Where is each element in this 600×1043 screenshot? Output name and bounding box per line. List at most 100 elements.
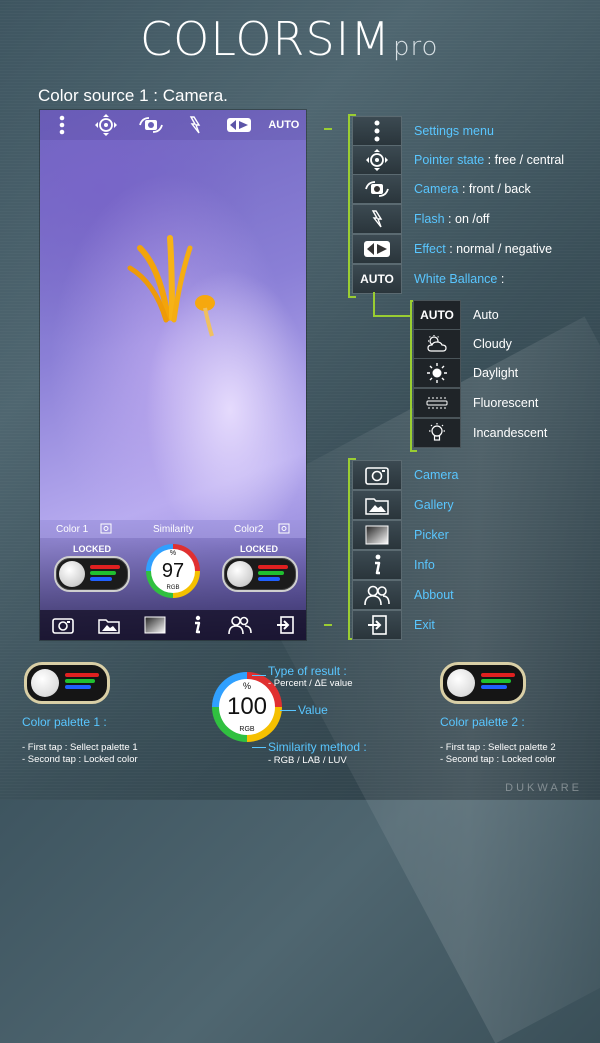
effect-icon [227,118,252,132]
wb-fluorescent-btn[interactable] [413,388,461,418]
camera-switch-btn[interactable] [352,174,402,204]
similarity-method-title: Similarity method : [268,740,367,754]
menu-connector [324,624,332,626]
pointer-state-btn[interactable] [352,145,402,175]
gauge-method: RGB [166,585,180,591]
camera-btn[interactable] [352,460,402,490]
white-balance-button[interactable]: AUTO [268,112,299,138]
wb-cloudy-label: Cloudy [473,337,512,351]
similarity-panel-header: Color 1 Similarity Color2 [40,520,306,538]
wb-cloudy-btn[interactable] [413,329,461,359]
phone-top-toolbar: AUTO [40,110,306,140]
exit-icon [368,615,387,635]
wb-daylight-item[interactable]: Daylight [413,358,518,388]
auto-wb-icon: AUTO [360,272,394,286]
palette-2-title: Color palette 2 : [440,715,525,729]
gallery-icon[interactable] [98,616,120,634]
effect-item[interactable]: Effect : normal / negative [352,234,552,264]
settings-menu-button[interactable] [47,112,77,138]
wb-auto-btn[interactable]: AUTO [413,300,461,330]
color-source-label: Color source 1 : Camera. [38,86,228,105]
type-of-result-sub: - Percent / ΔE value [268,678,353,689]
camera-item[interactable]: Camera [352,460,458,490]
pointer-target-icon [95,114,118,136]
palette-2-line-1: - First tap : Sellect palette 2 [440,742,556,753]
phone-preview: AUTO Color 1 Similarity Color2 LOCKED LO… [40,110,306,640]
flash-item[interactable]: Flash : on /off [352,204,490,234]
settings-menu-btn[interactable] [352,116,402,146]
about-icon[interactable] [228,615,252,635]
picker-label: Picker [414,528,449,542]
wb-daylight-btn[interactable] [413,358,461,388]
camera-icon [365,467,389,485]
camera-small-icon [100,523,112,534]
picker-icon[interactable] [144,616,166,634]
about-item[interactable]: Abbout [352,580,454,610]
value-title: Value [298,703,328,717]
flash-button[interactable] [180,112,210,138]
legend-gauge-percent: % [242,681,251,691]
settings-menu-item[interactable]: Settings menu [352,116,494,146]
gallery-label: Gallery [414,498,454,512]
flash-icon [189,116,201,134]
picker-item[interactable]: Picker [352,520,449,550]
flash-icon [371,210,383,228]
watermark: DUKWARE [505,782,582,794]
fluorescent-icon [426,397,448,409]
effect-button[interactable] [224,112,254,138]
info-btn[interactable] [352,550,402,580]
daylight-icon [427,363,447,383]
rgb-bars [90,565,120,583]
gallery-btn[interactable] [352,490,402,520]
camera-icon[interactable] [52,616,74,634]
wb-incandescent-item[interactable]: Incandescent [413,418,547,448]
camera-switch-item[interactable]: Camera : front / back [352,174,531,204]
rgb-bars [65,673,99,691]
camera-label: Camera [414,468,459,482]
white-balance-item[interactable]: AUTO White Ballance : [352,264,504,294]
picker-btn[interactable] [352,520,402,550]
palette-knob [447,669,475,697]
color-palette-2-toggle[interactable] [222,556,298,592]
legend-palette-2 [440,662,526,704]
wb-incandescent-btn[interactable] [413,418,461,448]
palette-knob [59,561,85,587]
camera-switch-button[interactable] [136,112,166,138]
info-label: Info [414,558,435,572]
info-icon[interactable] [190,615,204,635]
white-balance-btn[interactable]: AUTO [352,264,402,294]
wb-auto-label: Auto [473,308,499,322]
about-label: Abbout [414,588,454,602]
wb-auto-item[interactable]: AUTO Auto [413,300,499,330]
settings-menu-label: Settings menu [414,124,494,138]
value-callout-line [280,710,296,711]
wb-cloudy-item[interactable]: Cloudy [413,329,512,359]
camera-switch-label: Camera : front / back [414,182,531,196]
exit-label: Exit [414,618,435,632]
pointer-state-item[interactable]: Pointer state : free / central [352,145,564,175]
effect-icon [364,241,390,257]
about-btn[interactable] [352,580,402,610]
legend-gauge-method: RGB [239,726,255,733]
pointer-state-button[interactable] [91,112,121,138]
type-of-result-title: Type of result : [268,664,347,678]
flash-label: Flash : on /off [414,212,490,226]
info-item[interactable]: Info [352,550,435,580]
locked-left-label: LOCKED [73,544,111,554]
flash-btn[interactable] [352,204,402,234]
similarity-gauge[interactable]: % 97 RGB [146,544,200,598]
exit-icon[interactable] [276,616,294,634]
effect-btn[interactable] [352,234,402,264]
similarity-label: Similarity [153,523,194,535]
type-callout-line [252,675,266,676]
rgb-bars [258,565,288,583]
wb-fluorescent-item[interactable]: Fluorescent [413,388,538,418]
white-balance-label: White Ballance : [414,272,505,286]
exit-btn[interactable] [352,610,402,640]
palette-1-line-1: - First tap : Sellect palette 1 [22,742,138,753]
legend-palette-1 [24,662,110,704]
effect-label: Effect : normal / negative [414,242,553,256]
color-palette-1-toggle[interactable] [54,556,130,592]
exit-item[interactable]: Exit [352,610,435,640]
gallery-item[interactable]: Gallery [352,490,454,520]
